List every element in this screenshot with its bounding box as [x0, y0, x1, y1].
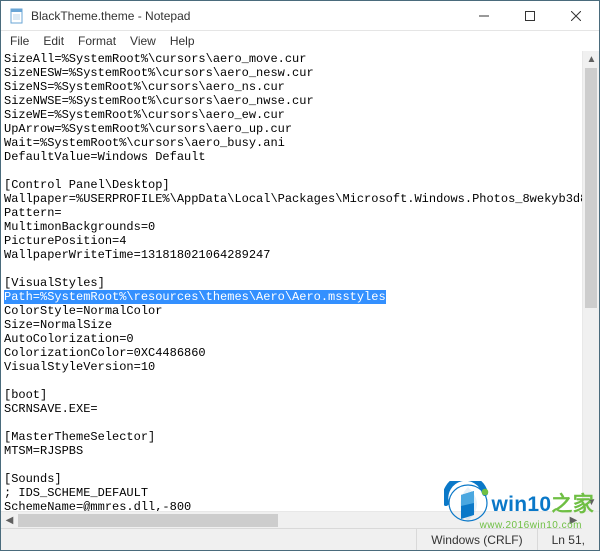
statusbar: Windows (CRLF) Ln 51,: [1, 528, 599, 550]
vertical-scrollbar[interactable]: ▲ ▼: [582, 51, 599, 511]
editor-area: SizeAll=%SystemRoot%\cursors\aero_move.c…: [1, 51, 599, 511]
hscroll-thumb[interactable]: [18, 514, 278, 527]
text-editor[interactable]: SizeAll=%SystemRoot%\cursors\aero_move.c…: [1, 51, 582, 511]
vscroll-thumb[interactable]: [585, 68, 597, 308]
scroll-up-icon[interactable]: ▲: [583, 51, 599, 68]
vscroll-track[interactable]: [583, 68, 599, 494]
hscroll-track[interactable]: [18, 512, 565, 529]
status-line-ending: Windows (CRLF): [416, 529, 536, 550]
scroll-left-icon[interactable]: ◀: [1, 512, 18, 529]
status-cursor: Ln 51,: [537, 529, 599, 550]
scroll-down-icon[interactable]: ▼: [583, 494, 599, 511]
minimize-button[interactable]: [461, 1, 507, 31]
menu-file[interactable]: File: [3, 33, 36, 49]
maximize-button[interactable]: [507, 1, 553, 31]
horizontal-scrollbar[interactable]: ◀ ▶: [1, 511, 599, 528]
titlebar[interactable]: BlackTheme.theme - Notepad: [1, 1, 599, 31]
notepad-window: BlackTheme.theme - Notepad File Edit For…: [0, 0, 600, 551]
editor-text-post: ColorStyle=NormalColor Size=NormalSize A…: [4, 304, 206, 511]
menu-format[interactable]: Format: [71, 33, 123, 49]
menu-view[interactable]: View: [123, 33, 163, 49]
close-button[interactable]: [553, 1, 599, 31]
selected-text: Path=%SystemRoot%\resources\themes\Aero\…: [4, 290, 386, 304]
window-title: BlackTheme.theme - Notepad: [31, 9, 190, 23]
notepad-icon: [9, 8, 25, 24]
menu-edit[interactable]: Edit: [36, 33, 71, 49]
menubar: File Edit Format View Help: [1, 31, 599, 51]
menu-help[interactable]: Help: [163, 33, 202, 49]
scroll-corner: [582, 512, 599, 529]
scroll-right-icon[interactable]: ▶: [565, 512, 582, 529]
editor-text-pre: SizeAll=%SystemRoot%\cursors\aero_move.c…: [4, 52, 582, 290]
